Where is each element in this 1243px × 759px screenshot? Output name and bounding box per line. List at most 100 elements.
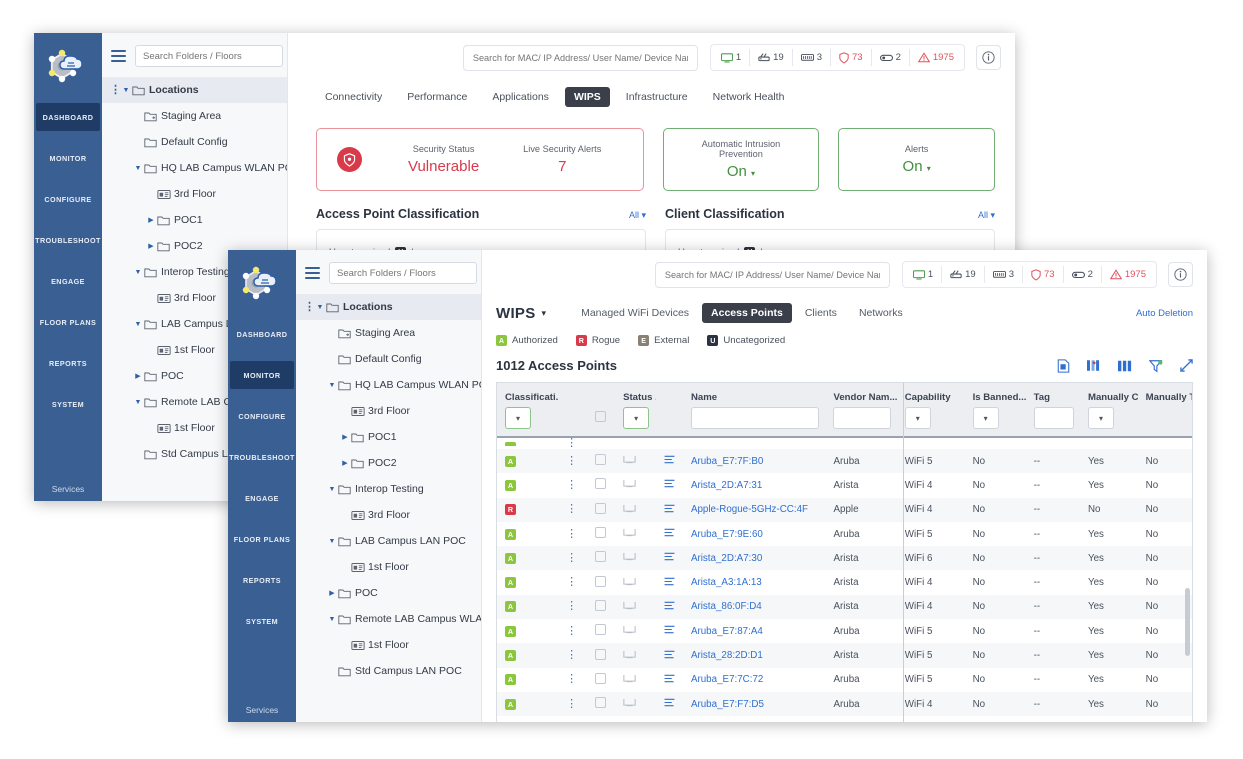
cell-name[interactable]: Aruba_E7:7C:72 xyxy=(683,668,826,692)
cell-name[interactable]: Apple-Rogue-5GHz-CC:4F xyxy=(683,498,826,522)
row-kebab-icon[interactable]: ⋮ xyxy=(566,600,577,612)
status-chip-capsule[interactable]: 2 xyxy=(1064,266,1102,283)
column-filter-9[interactable] xyxy=(1025,403,1080,438)
row-checkbox[interactable] xyxy=(594,697,606,709)
filter-select[interactable]: ▾ xyxy=(904,407,931,429)
tree-node-default-config[interactable]: Default Config xyxy=(102,129,287,155)
chevron-down-icon[interactable]: ▼ xyxy=(326,538,338,545)
chevron-right-icon[interactable]: ▶ xyxy=(339,460,351,467)
status-chip-warning[interactable]: 1975 xyxy=(910,49,962,66)
rail-item-configure[interactable]: CONFIGURE xyxy=(230,402,294,430)
row-kebab-icon[interactable]: ⋮ xyxy=(566,698,577,710)
chevron-down-icon[interactable]: ▼ xyxy=(120,87,132,94)
export-report-icon[interactable] xyxy=(1057,358,1070,373)
rail-item-system[interactable]: SYSTEM xyxy=(230,607,294,635)
status-chip-switch[interactable]: 3 xyxy=(793,49,831,66)
column-header-capability[interactable]: Capability xyxy=(896,383,965,403)
folder-search-input[interactable] xyxy=(329,262,477,284)
tree-node-hq-lab-campus-wlan-po[interactable]: ▼ HQ LAB Campus WLAN PO xyxy=(296,372,481,398)
chevron-down-icon[interactable]: ▼ xyxy=(314,304,326,311)
row-checkbox[interactable] xyxy=(594,478,606,490)
cell-name[interactable]: Arista_28:2D:D1 xyxy=(683,643,826,667)
legend-item-external[interactable]: E External xyxy=(638,335,689,346)
services-label[interactable]: Services xyxy=(228,705,296,715)
row-kebab-icon[interactable]: ⋮ xyxy=(566,528,577,540)
tree-node-poc1[interactable]: ▶ POC1 xyxy=(296,424,481,450)
rail-item-reports[interactable]: REPORTS xyxy=(230,566,294,594)
status-chip-switch[interactable]: 3 xyxy=(985,266,1023,283)
table-vertical-scrollbar[interactable] xyxy=(1185,588,1190,656)
cell-select[interactable] xyxy=(587,449,616,473)
wips-access-points-window[interactable]: DASHBOARD MONITOR CONFIGURE TROUBLESHOOT… xyxy=(228,250,1207,722)
tree-node-hq-lab-campus-wlan-po[interactable]: ▼ HQ LAB Campus WLAN PO xyxy=(102,155,287,181)
cell-name[interactable]: Arista_A3:1A:13 xyxy=(683,570,826,594)
tree-node-std-campus-lan-poc[interactable]: Std Campus LAN POC xyxy=(296,658,481,684)
column-header-is-banned[interactable]: Is Banned... xyxy=(964,383,1026,403)
status-chip-server[interactable]: 19 xyxy=(750,49,793,66)
chevron-down-icon[interactable]: ▼ xyxy=(132,321,144,328)
row-kebab-icon[interactable]: ⋮ xyxy=(566,576,577,588)
column-filter-0[interactable]: ▾ xyxy=(497,403,559,438)
chart-columns-icon[interactable] xyxy=(1087,359,1101,372)
info-icon[interactable] xyxy=(976,45,1001,70)
row-kebab-icon[interactable]: ⋮ xyxy=(566,673,577,685)
tree-node-poc1[interactable]: ▶ POC1 xyxy=(102,207,287,233)
tab-infrastructure[interactable]: Infrastructure xyxy=(617,87,697,107)
chevron-right-icon[interactable]: ▶ xyxy=(145,217,157,224)
cell-row-menu[interactable]: ⋮ xyxy=(558,473,587,497)
row-kebab-icon[interactable]: ⋮ xyxy=(566,455,577,467)
rail-item-engage[interactable]: ENGAGE xyxy=(230,484,294,512)
columns-icon[interactable] xyxy=(1118,360,1132,372)
filter-text-input[interactable] xyxy=(1033,407,1074,429)
tab-wips[interactable]: WIPS xyxy=(564,87,610,107)
status-chip-capsule[interactable]: 2 xyxy=(872,49,910,66)
filter-text-input[interactable] xyxy=(833,407,891,429)
table-row[interactable]: A ⋮ Arista_2D:A7:31 Arista WiFi 4 No -- Yes No xyxy=(497,473,1192,497)
cell-select[interactable] xyxy=(587,570,616,594)
rail-item-system[interactable]: SYSTEM xyxy=(36,390,100,418)
rail-item-monitor[interactable]: MONITOR xyxy=(230,361,294,389)
cell-row-menu[interactable]: ⋮ xyxy=(558,570,587,594)
filter-select[interactable]: ▾ xyxy=(623,407,650,429)
column-header-vendor-nam[interactable]: Vendor Nam... xyxy=(825,383,897,403)
cell-row-menu[interactable]: ⋮ xyxy=(558,595,587,619)
chevron-right-icon[interactable]: ▶ xyxy=(145,243,157,250)
row-checkbox[interactable] xyxy=(594,454,606,466)
cell-name[interactable]: Arista_2D:A7:30 xyxy=(683,546,826,570)
cell-select[interactable] xyxy=(587,546,616,570)
cell-row-menu[interactable]: ⋮ xyxy=(558,449,587,473)
chevron-right-icon[interactable]: ▶ xyxy=(132,373,144,380)
status-chip-monitor[interactable]: 1 xyxy=(713,49,751,66)
table-row[interactable]: A ⋮ Aruba_E7:7F:B0 Aruba WiFi 5 No -- Yes No xyxy=(497,449,1192,474)
row-checkbox[interactable] xyxy=(594,502,606,514)
rail-item-configure[interactable]: CONFIGURE xyxy=(36,185,100,213)
row-kebab-icon[interactable]: ⋮ xyxy=(566,503,577,515)
cell-select[interactable] xyxy=(587,473,616,497)
table-row[interactable]: R ⋮ Apple-Rogue-5GHz-CC:4F Apple WiFi 4 No -- N… xyxy=(497,497,1192,522)
tree-node-1st-floor[interactable]: 1st Floor xyxy=(296,632,481,658)
chevron-down-icon[interactable]: ▾ xyxy=(542,308,547,319)
tree-node-1st-floor[interactable]: 1st Floor xyxy=(296,554,481,580)
cell-name[interactable]: Aruba_E7:F7:D5 xyxy=(683,692,826,716)
status-chip-server[interactable]: 19 xyxy=(942,266,985,283)
rail-item-dashboard[interactable]: DASHBOARD xyxy=(36,103,100,131)
column-header-tag[interactable]: Tag xyxy=(1025,383,1080,403)
column-header-blank-2[interactable] xyxy=(586,383,616,403)
rail-item-floor-plans[interactable]: FLOOR PLANS xyxy=(36,308,100,336)
cell-select[interactable] xyxy=(587,668,616,692)
table-row[interactable]: A ⋮ Aruba_E7:7C:72 Aruba WiFi 5 No -- Yes No xyxy=(497,668,1192,692)
tab-connectivity[interactable]: Connectivity xyxy=(316,87,391,107)
column-header-manually-ta[interactable]: Manually Ta... xyxy=(1137,383,1192,403)
rail-item-monitor[interactable]: MONITOR xyxy=(36,144,100,172)
ap-classification-filter[interactable]: All ▾ xyxy=(629,210,646,221)
global-search-input[interactable] xyxy=(462,44,698,71)
tree-node-staging-area[interactable]: Staging Area xyxy=(296,320,481,346)
expand-icon[interactable] xyxy=(1180,359,1193,372)
column-filter-7[interactable]: ▾ xyxy=(896,403,965,438)
status-chip-monitor[interactable]: 1 xyxy=(905,266,943,283)
row-checkbox[interactable] xyxy=(594,551,606,563)
tab-clients[interactable]: Clients xyxy=(796,303,846,323)
tree-node-lab-campus-lan-poc[interactable]: ▼ LAB Campus LAN POC xyxy=(296,528,481,554)
tab-applications[interactable]: Applications xyxy=(483,87,558,107)
chevron-down-icon[interactable]: ▼ xyxy=(326,616,338,623)
